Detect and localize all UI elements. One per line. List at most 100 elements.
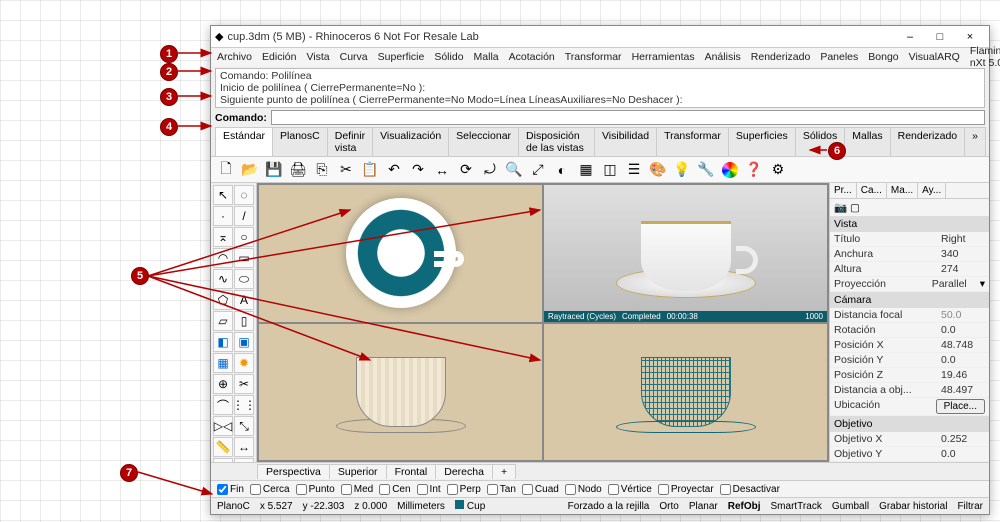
line-icon[interactable]: /	[234, 206, 254, 226]
pane-orto[interactable]: Orto	[659, 501, 678, 512]
panel-tab-help[interactable]: Ay...	[918, 183, 946, 198]
osnap-nodo[interactable]: Nodo	[565, 484, 602, 495]
menu-solido[interactable]: Sólido	[434, 51, 463, 63]
solid-icon[interactable]: ◧	[213, 332, 233, 352]
maximize-button[interactable]: □	[925, 27, 955, 47]
redo-icon[interactable]: ↷	[407, 159, 429, 181]
copy-icon[interactable]: ⎘	[311, 159, 333, 181]
analyze-icon[interactable]: 📏	[213, 437, 233, 457]
circle-icon[interactable]: ○	[234, 227, 254, 247]
tab-estandar[interactable]: Estándar	[215, 127, 273, 156]
viewtab-add[interactable]: +	[492, 464, 516, 479]
extrude-icon[interactable]: ▯	[234, 311, 254, 331]
trim-icon[interactable]: ✂	[234, 374, 254, 394]
menu-archivo[interactable]: Archivo	[217, 51, 252, 63]
place-button[interactable]: Place...	[936, 399, 985, 414]
rect-icon[interactable]: ▭	[234, 248, 254, 268]
titlebar[interactable]: ◆ cup.3dm (5 MB) - Rhinoceros 6 Not For …	[211, 26, 989, 48]
paste-icon[interactable]: 📋	[359, 159, 381, 181]
prop-value[interactable]: 0.0	[941, 354, 985, 366]
pane-forzado[interactable]: Forzado a la rejilla	[568, 501, 650, 512]
layers-icon[interactable]: ☰	[623, 159, 645, 181]
join-icon[interactable]: ⊕	[213, 374, 233, 394]
help-icon[interactable]: ❓	[743, 159, 765, 181]
array-icon[interactable]: ⋮⋮	[234, 395, 254, 415]
menu-malla[interactable]: Malla	[474, 51, 499, 63]
menu-curva[interactable]: Curva	[340, 51, 368, 63]
explode-icon[interactable]: ✹	[234, 353, 254, 373]
prop-value[interactable]: Right	[941, 233, 985, 245]
panel-tab-properties[interactable]: Pr...	[830, 183, 857, 198]
pane-refobj[interactable]: RefObj	[728, 501, 761, 512]
tab-superficies[interactable]: Superficies	[728, 127, 796, 156]
prop-value[interactable]: 274	[941, 263, 985, 275]
menu-edicion[interactable]: Edición	[262, 51, 296, 63]
osnap-perp[interactable]: Perp	[447, 484, 481, 495]
chevron-down-icon[interactable]: ▾	[980, 278, 985, 290]
tab-definir-vista[interactable]: Definir vista	[327, 127, 373, 156]
prop-dropdown[interactable]: Parallel	[932, 278, 976, 290]
viewport-front[interactable]	[259, 324, 542, 461]
viewtab-frontal[interactable]: Frontal	[386, 464, 437, 479]
prop-value[interactable]: 48.748	[941, 339, 985, 351]
tab-disposicion-vistas[interactable]: Disposición de las vistas	[518, 127, 595, 156]
rotate3d-icon[interactable]: ⤾	[479, 159, 501, 181]
status-units[interactable]: Millimeters	[397, 501, 445, 512]
osnap-tan[interactable]: Tan	[487, 484, 516, 495]
viewtab-perspectiva[interactable]: Perspectiva	[257, 464, 330, 479]
command-input[interactable]	[271, 110, 985, 125]
pane-grabar[interactable]: Grabar historial	[879, 501, 947, 512]
polyline-icon[interactable]: ⌅	[213, 227, 233, 247]
new-icon[interactable]: 🗋	[215, 159, 237, 181]
save-icon[interactable]: 💾	[263, 159, 285, 181]
tab-transformar[interactable]: Transformar	[656, 127, 729, 156]
materials-icon[interactable]	[719, 159, 741, 181]
rotate-icon[interactable]: ⟳	[455, 159, 477, 181]
print-icon[interactable]: 🖨	[287, 159, 309, 181]
light-icon[interactable]: 💡	[671, 159, 693, 181]
menu-analisis[interactable]: Análisis	[705, 51, 741, 63]
fillet-icon[interactable]: ⌒	[213, 395, 233, 415]
camera-icon[interactable]: 📷	[834, 202, 847, 214]
ellipse-icon[interactable]: ⬭	[234, 269, 254, 289]
tab-mallas[interactable]: Mallas	[844, 127, 890, 156]
panel-tab-materials[interactable]: Ma...	[887, 183, 918, 198]
menu-superficie[interactable]: Superficie	[378, 51, 425, 63]
move-icon[interactable]: ↔	[431, 159, 453, 181]
tab-seleccionar[interactable]: Seleccionar	[448, 127, 519, 156]
panel-tab-layers[interactable]: Ca...	[857, 183, 887, 198]
zoom-extents-icon[interactable]: ⤢	[527, 159, 549, 181]
menu-transformar[interactable]: Transformar	[565, 51, 622, 63]
menu-visualarq[interactable]: VisualARQ	[909, 51, 960, 63]
shade-icon[interactable]: ◐	[551, 159, 573, 181]
osnap-cuad[interactable]: Cuad	[522, 484, 559, 495]
scale-icon[interactable]: ⤡	[234, 416, 254, 436]
tab-renderizado[interactable]: Renderizado	[890, 127, 966, 156]
curve-icon[interactable]: ∿	[213, 269, 233, 289]
polygon-icon[interactable]: ⬠	[213, 290, 233, 310]
options-icon[interactable]: ⚙	[767, 159, 789, 181]
prop-value[interactable]: 19.46	[941, 369, 985, 381]
prop-value[interactable]: 340	[941, 248, 985, 260]
open-icon[interactable]: 📂	[239, 159, 261, 181]
menu-vista[interactable]: Vista	[306, 51, 329, 63]
osnap-vertice[interactable]: Vértice	[608, 484, 652, 495]
mirror-icon[interactable]: ▷◁	[213, 416, 233, 436]
viewport-perspective[interactable]: Raytraced (Cycles) Completed 00:00:38 10…	[544, 185, 827, 322]
point-icon[interactable]: ·	[213, 206, 233, 226]
dim-icon[interactable]: ↔	[234, 437, 254, 457]
tabs-overflow[interactable]: »	[964, 127, 986, 156]
osnap-desactivar[interactable]: Desactivar	[720, 484, 780, 495]
osnap-fin[interactable]: Fin	[217, 484, 244, 495]
pane-gumball[interactable]: Gumball	[832, 501, 869, 512]
arrow-icon[interactable]: ↖	[213, 185, 233, 205]
grid-icon[interactable]: ▦	[575, 159, 597, 181]
osnap-med[interactable]: Med	[341, 484, 373, 495]
menu-bongo[interactable]: Bongo	[868, 51, 898, 63]
undo-icon[interactable]: ↶	[383, 159, 405, 181]
close-button[interactable]: ×	[955, 27, 985, 47]
text-icon[interactable]: A	[234, 290, 254, 310]
osnap-cen[interactable]: Cen	[379, 484, 410, 495]
arc-icon[interactable]: ◠	[213, 248, 233, 268]
surface-icon[interactable]: ▱	[213, 311, 233, 331]
